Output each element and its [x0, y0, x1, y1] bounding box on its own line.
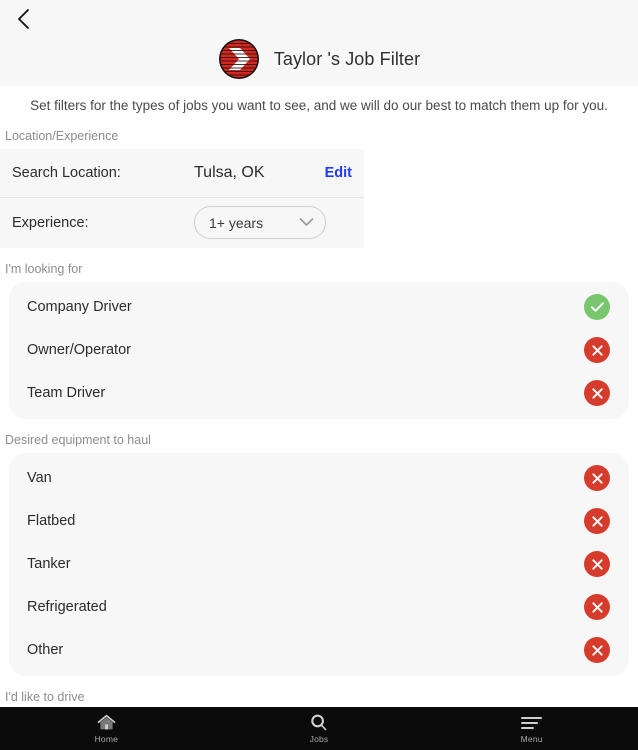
nav-item-jobs[interactable]: Jobs: [213, 707, 426, 750]
bottom-navigation-bar: Home Jobs Menu: [0, 707, 638, 750]
section-label-equipment: Desired equipment to haul: [5, 432, 151, 447]
list-item[interactable]: Flatbed: [9, 500, 629, 543]
search-location-value: Tulsa, OK: [194, 163, 265, 181]
x-circle-icon[interactable]: [584, 508, 610, 535]
check-circle-icon[interactable]: [584, 294, 610, 321]
list-item-label: Tanker: [27, 556, 71, 573]
x-circle-icon[interactable]: [584, 551, 610, 578]
nav-label-jobs: Jobs: [309, 734, 329, 744]
circle-chevron-logo: [218, 38, 260, 80]
hamburger-menu-icon: [521, 713, 543, 732]
section-label-location-experience: Location/Experience: [5, 128, 119, 143]
edit-location-button[interactable]: Edit: [325, 165, 364, 181]
list-item[interactable]: Other: [9, 629, 629, 672]
list-item[interactable]: Owner/Operator: [9, 329, 629, 372]
list-item-label: Company Driver: [27, 299, 132, 316]
page-title: Taylor 's Job Filter: [273, 48, 421, 69]
experience-select[interactable]: 1+ years: [194, 206, 326, 240]
x-circle-icon[interactable]: [584, 594, 610, 621]
x-circle-icon[interactable]: [584, 380, 610, 407]
chevron-down-icon: [299, 214, 314, 232]
x-circle-icon[interactable]: [584, 337, 610, 364]
search-location-row[interactable]: Search Location: Tulsa, OK Edit: [0, 149, 364, 198]
list-item-label: Flatbed: [27, 513, 76, 530]
search-icon: [310, 713, 328, 732]
x-circle-icon[interactable]: [584, 637, 610, 664]
list-item[interactable]: Refrigerated: [9, 586, 629, 629]
list-item[interactable]: Company Driver: [9, 286, 629, 329]
experience-label: Experience:: [12, 214, 89, 231]
nav-item-menu[interactable]: Menu: [425, 707, 638, 750]
intro-text: Set filters for the types of jobs you wa…: [30, 98, 608, 113]
search-location-label: Search Location:: [12, 164, 121, 181]
list-item[interactable]: Tanker: [9, 543, 629, 586]
experience-row: Experience: 1+ years: [0, 198, 364, 248]
home-icon: [97, 713, 116, 732]
list-item-label: Owner/Operator: [27, 342, 131, 359]
x-circle-icon[interactable]: [584, 465, 610, 492]
location-experience-card: Search Location: Tulsa, OK Edit Experien…: [0, 148, 364, 248]
equipment-card: Van Flatbed Tanker Refrigerated Other: [9, 452, 629, 676]
list-item-label: Refrigerated: [27, 599, 107, 616]
list-item[interactable]: Team Driver: [9, 372, 629, 415]
nav-item-home[interactable]: Home: [0, 707, 213, 750]
nav-label-menu: Menu: [520, 734, 543, 744]
experience-select-value: 1+ years: [209, 214, 264, 231]
section-label-drive: I'd like to drive: [5, 689, 85, 704]
app-header: Taylor 's Job Filter: [0, 0, 638, 86]
nav-label-home: Home: [94, 734, 119, 744]
list-item-label: Van: [27, 470, 52, 487]
chevron-left-icon: [17, 8, 30, 30]
list-item-label: Team Driver: [27, 385, 106, 402]
looking-for-card: Company Driver Owner/Operator Team Drive…: [9, 281, 629, 419]
section-label-looking-for: I'm looking for: [5, 261, 83, 276]
back-button[interactable]: [6, 4, 40, 34]
list-item[interactable]: Van: [9, 457, 629, 500]
list-item-label: Other: [27, 642, 64, 659]
brand-block: Taylor 's Job Filter: [0, 38, 638, 80]
